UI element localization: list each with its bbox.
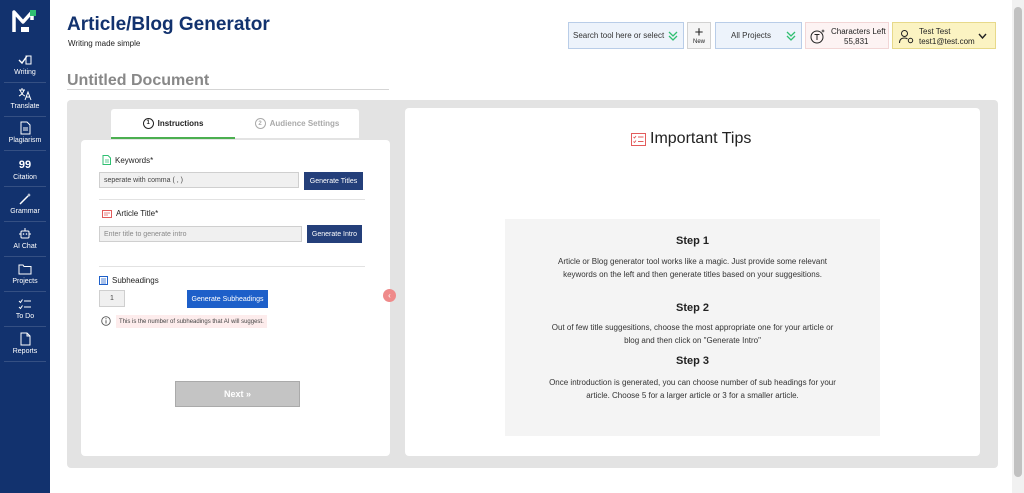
- new-button[interactable]: + New: [687, 22, 711, 49]
- divider: [4, 221, 46, 222]
- user-name: Test Test: [919, 27, 951, 36]
- divider: [4, 116, 46, 117]
- quote-icon: 99: [18, 159, 32, 171]
- document-title-underline: [67, 89, 389, 90]
- next-button[interactable]: Next »: [175, 381, 300, 407]
- tool-search-select[interactable]: Search tool here or select: [568, 22, 684, 49]
- sidebar-item-to-do[interactable]: To Do: [0, 296, 50, 330]
- user-menu[interactable]: Test Test test1@test.com: [892, 22, 996, 49]
- sidebar-item-label: Writing: [14, 69, 36, 76]
- folder-icon: [18, 261, 32, 277]
- sidebar-item-grammar[interactable]: Grammar: [0, 191, 50, 225]
- divider: [4, 256, 46, 257]
- divider: [4, 150, 46, 151]
- scrollbar-thumb[interactable]: [1014, 7, 1022, 477]
- keywords-input[interactable]: seperate with comma ( , ): [99, 172, 299, 188]
- sidebar-item-writing[interactable]: Writing: [0, 52, 50, 86]
- document-icon: [18, 120, 32, 136]
- app-subtitle: Writing made simple: [68, 39, 141, 48]
- step-heading: Step 2: [675, 302, 709, 314]
- sidebar-item-plagiarism[interactable]: Plagiarism: [0, 120, 50, 154]
- step-heading: Step 1: [675, 235, 709, 247]
- report-icon: [18, 331, 32, 347]
- text-sparkle-icon: [810, 29, 825, 44]
- sidebar-item-label: Citation: [13, 174, 37, 181]
- subheadings-count-input[interactable]: 1: [99, 290, 125, 307]
- tips-title: Important Tips: [631, 130, 751, 148]
- sidebar: Writing Translate Plagiarism 99 Citation…: [0, 0, 50, 493]
- double-chevron-down-icon: [668, 31, 678, 41]
- step-heading: Step 3: [675, 355, 709, 367]
- projects-select-label: All Projects: [731, 31, 772, 40]
- characters-left-value: 55,831: [844, 37, 869, 46]
- sidebar-item-label: Reports: [12, 348, 38, 355]
- tab-instructions[interactable]: 1 Instructions: [111, 109, 235, 139]
- sidebar-item-ai-chat[interactable]: AI Chat: [0, 226, 50, 260]
- chevron-down-icon: [978, 33, 987, 39]
- divider: [99, 266, 365, 267]
- divider: [4, 326, 46, 327]
- checklist-icon: [18, 296, 32, 312]
- sidebar-item-label: AI Chat: [13, 243, 37, 250]
- characters-left-label: Characters Left: [831, 27, 886, 36]
- search-select-label: Search tool here or select: [573, 31, 665, 40]
- collapse-panel-button[interactable]: ‹: [383, 289, 396, 302]
- tab-audience-settings[interactable]: 2 Audience Settings: [235, 109, 359, 139]
- generate-titles-button[interactable]: Generate Titles: [304, 172, 363, 190]
- sidebar-item-label: To Do: [15, 313, 35, 320]
- article-title-input[interactable]: Enter title to generate intro: [99, 226, 302, 242]
- translate-icon: [18, 86, 32, 102]
- sidebar-item-projects[interactable]: Projects: [0, 261, 50, 295]
- checklist-card-icon: [631, 132, 646, 146]
- divider: [4, 291, 46, 292]
- divider: [4, 82, 46, 83]
- new-label: New: [692, 39, 705, 45]
- magic-wand-icon: [18, 191, 32, 207]
- tab-label: Instructions: [157, 118, 204, 128]
- sidebar-item-label: Plagiarism: [8, 137, 42, 144]
- key-document-icon: [102, 155, 111, 165]
- double-chevron-down-icon: [786, 31, 796, 41]
- subheadings-label: Subheadings: [99, 276, 159, 285]
- form-tabs: 1 Instructions 2 Audience Settings: [111, 109, 359, 139]
- divider: [99, 199, 365, 200]
- robot-icon: [18, 226, 32, 242]
- step-text: Once introduction is generated, you can …: [549, 378, 836, 400]
- document-title[interactable]: Untitled Document: [67, 72, 209, 90]
- step-text: Out of few title suggesitions, choose th…: [551, 323, 834, 345]
- tab-label: Audience Settings: [269, 119, 340, 128]
- keywords-label: Keywords*: [102, 155, 153, 165]
- step-text: Article or Blog generator tool works lik…: [557, 257, 827, 279]
- article-title-label: Article Title*: [102, 209, 158, 218]
- list-icon: [99, 276, 108, 285]
- info-icon: [101, 316, 111, 326]
- sidebar-item-reports[interactable]: Reports: [0, 331, 50, 365]
- sidebar-item-label: Projects: [12, 278, 38, 285]
- chevron-left-icon: ‹: [388, 291, 391, 300]
- pen-square-icon: [18, 52, 32, 68]
- generate-intro-button[interactable]: Generate Intro: [307, 225, 362, 243]
- sidebar-item-translate[interactable]: Translate: [0, 86, 50, 120]
- divider: [4, 186, 46, 187]
- projects-select[interactable]: All Projects: [715, 22, 802, 49]
- step-number-badge: 1: [142, 117, 154, 129]
- characters-left-panel: Characters Left 55,831: [805, 22, 889, 49]
- subheadings-hint: This is the number of subheadings that A…: [116, 315, 267, 328]
- title-card-icon: [102, 209, 112, 218]
- generate-subheadings-button[interactable]: Generate Subheadings: [187, 290, 268, 308]
- sidebar-item-label: Translate: [10, 103, 40, 110]
- app-title: Article/Blog Generator: [67, 14, 270, 35]
- sidebar-item-label: Grammar: [10, 208, 40, 215]
- user-email: test1@test.com: [919, 37, 975, 46]
- divider: [4, 361, 46, 362]
- app-logo-icon[interactable]: [12, 8, 38, 34]
- plus-icon: +: [694, 24, 704, 41]
- user-settings-icon: [899, 30, 914, 44]
- step-number-badge: 2: [254, 118, 266, 129]
